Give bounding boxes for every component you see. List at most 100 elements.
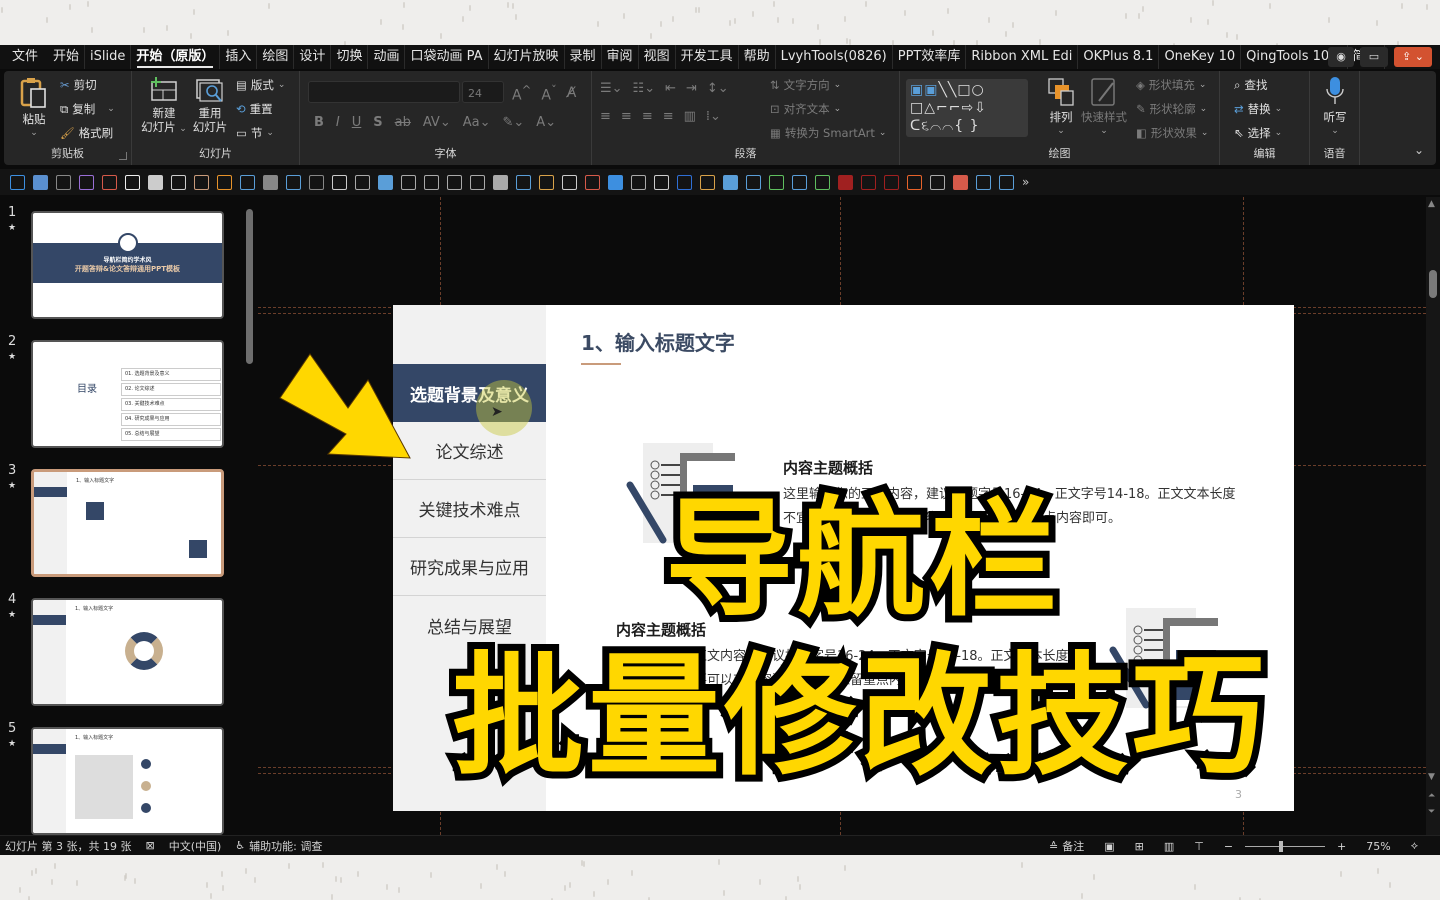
copy-button[interactable]: ⧉ 复制 ⌄ <box>60 101 115 117</box>
nav-item-results[interactable]: 研究成果与应用 <box>393 538 546 596</box>
eyedropper-icon[interactable] <box>401 174 416 190</box>
tab-4[interactable]: 插入 <box>220 45 258 69</box>
compress-icon[interactable] <box>654 174 669 190</box>
clipboard-launcher[interactable] <box>119 152 127 160</box>
h-icon[interactable] <box>746 174 761 190</box>
red-tool-icon[interactable] <box>861 174 876 190</box>
spacing-icon[interactable]: AV⌄ <box>423 115 451 130</box>
increase-indent-icon[interactable]: ⇥ <box>686 81 697 96</box>
slide-thumbnail-4[interactable]: 1、输入标题文字 <box>31 598 224 706</box>
share-button[interactable]: ⇪ ⌄ <box>1394 47 1432 67</box>
align-right-icon[interactable]: ≡ <box>642 109 653 124</box>
thumbnails-scrollbar[interactable] <box>244 197 256 835</box>
zoom-slider[interactable] <box>1235 836 1335 856</box>
slide-thumbnail-2[interactable]: 目录 01. 选题背景及意义 02. 论文综述 03. 关键技术难点 04. 研究成果… <box>31 340 224 448</box>
spellcheck-icon[interactable]: ⊠ <box>145 839 154 852</box>
crop-icon[interactable] <box>631 174 646 190</box>
tab-8[interactable]: 动画 <box>368 45 406 69</box>
merge-shapes-icon[interactable] <box>240 174 255 190</box>
slide-thumbnail-5[interactable]: 1、输入标题文字 <box>31 727 224 835</box>
tab-14[interactable]: 开发工具 <box>676 45 739 69</box>
tab-15[interactable]: 帮助 <box>739 45 776 69</box>
quick-styles-button[interactable]: 快速样式 ⌄ <box>1078 77 1130 138</box>
justify-icon[interactable]: ≡ <box>663 109 674 124</box>
shape-effects-button[interactable]: ◧ 形状效果 ⌄ <box>1136 125 1208 141</box>
tab-10[interactable]: 幻灯片放映 <box>489 45 565 69</box>
layout-button[interactable]: ▤ 版式 ⌄ <box>236 77 285 93</box>
scroll-up-icon[interactable]: ▲ <box>1428 199 1435 209</box>
zoom-out-icon[interactable]: − <box>1224 840 1233 853</box>
shape-outline-button[interactable]: ✎ 形状轮廓 ⌄ <box>1136 101 1207 117</box>
align-left-icon[interactable]: ≡ <box>600 109 611 124</box>
tab-12[interactable]: 审阅 <box>602 45 639 69</box>
circle-icon[interactable] <box>700 174 715 190</box>
zoom-in-icon[interactable]: + <box>1337 840 1346 853</box>
eraser-icon[interactable] <box>677 174 692 190</box>
language-indicator[interactable]: 中文(中国) <box>169 838 222 854</box>
shrink-font-icon[interactable]: Aˇ <box>541 83 556 104</box>
eyedropper-icon[interactable] <box>447 174 462 190</box>
dictate-button[interactable]: 听写 ⌄ <box>1316 75 1354 138</box>
slide-thumbnail-1[interactable]: 导航栏简约学术风 开题答辩&论文答辩通用PPT模板 <box>31 211 224 319</box>
select-pane-icon[interactable] <box>217 174 232 190</box>
scroll-thumb[interactable] <box>246 209 253 364</box>
collapse-ribbon-icon[interactable]: ⌄ <box>1414 143 1424 157</box>
scroll-down-icon[interactable]: ▼ <box>1428 772 1435 782</box>
previous-slide-icon[interactable]: ⏶ <box>1428 791 1435 801</box>
red-tool-icon[interactable] <box>884 174 899 190</box>
tab-3[interactable]: 开始（原版） <box>131 45 221 69</box>
numbering-icon[interactable]: ☷⌄ <box>633 81 656 96</box>
text-effect-icon[interactable] <box>470 174 485 190</box>
delete-icon[interactable] <box>56 174 71 190</box>
tab-1[interactable]: 开始 <box>48 45 86 69</box>
edit-points-icon[interactable] <box>286 174 301 190</box>
align-center-icon[interactable]: ≡ <box>621 109 632 124</box>
font-color-icon[interactable]: A⌄ <box>536 115 556 130</box>
panel-icon[interactable] <box>999 174 1014 190</box>
text-fill-icon[interactable] <box>355 174 370 190</box>
notes-button[interactable]: ≙ 备注 <box>1049 838 1084 854</box>
arrange-button[interactable]: 排列 ⌄ <box>1044 77 1078 138</box>
screenshot-icon[interactable] <box>102 174 117 190</box>
more-icon[interactable]: » <box>1022 175 1029 189</box>
picture-frame-icon[interactable] <box>608 174 623 190</box>
t-icon[interactable] <box>976 174 991 190</box>
text-icon[interactable] <box>815 174 830 190</box>
find-button[interactable]: ⌕ 查找 <box>1234 77 1267 93</box>
editor-vertical-scrollbar[interactable]: ▲ ▼ ⏶ ⏷ <box>1426 197 1440 835</box>
text-direction-button[interactable]: ⇅ 文字方向 ⌄ <box>770 77 841 93</box>
bold-icon[interactable]: B <box>314 115 324 130</box>
fit-icon[interactable] <box>562 174 577 190</box>
shapes-gallery[interactable]: ▣▣╲╲□○ □△⌐⌐⇨⇩ ᑕ૬⌒⌒{ } <box>906 79 1028 137</box>
tab-5[interactable]: 绘图 <box>257 45 295 69</box>
reuse-slides-button[interactable]: 重用 幻灯片 <box>188 77 232 134</box>
tab-0[interactable]: 文件 <box>0 45 48 69</box>
zoom-slider-knob[interactable] <box>1279 841 1284 852</box>
tab-9[interactable]: 口袋动画 PA <box>405 45 489 69</box>
text-size-icon[interactable] <box>493 174 508 190</box>
selection-icon[interactable] <box>723 174 738 190</box>
reset-button[interactable]: ⟲ 重置 <box>236 101 273 117</box>
record-button[interactable]: ◉ <box>1328 47 1354 67</box>
strikethrough-icon[interactable]: ab <box>395 115 411 130</box>
tab-13[interactable]: 视图 <box>639 45 676 69</box>
comments-button[interactable]: ▭ <box>1360 47 1388 67</box>
section-button[interactable]: ▭ 节 ⌄ <box>236 125 274 141</box>
slide-title[interactable]: 1、输入标题文字 <box>581 327 735 356</box>
font-color-icon[interactable] <box>424 174 439 190</box>
link-icon[interactable] <box>953 174 968 190</box>
font-name-select[interactable] <box>308 81 460 103</box>
color-icon[interactable] <box>125 174 140 190</box>
content-heading[interactable]: 内容主题概括 <box>783 457 873 478</box>
shape-icon[interactable] <box>263 174 278 190</box>
outline-icon[interactable] <box>378 174 393 190</box>
crop-icon[interactable] <box>148 174 163 190</box>
slide-thumbnail-3[interactable]: 1、输入标题文字 <box>31 469 224 577</box>
bar-icon[interactable] <box>838 174 853 190</box>
b-icon[interactable] <box>769 174 784 190</box>
font-size-select[interactable]: 24 <box>462 81 504 103</box>
grow-font-icon[interactable]: A^ <box>512 83 531 104</box>
next-slide-icon[interactable]: ⏷ <box>1428 807 1435 817</box>
nav-item-review[interactable]: 论文综述 <box>393 422 546 480</box>
tab-20[interactable]: OneKey 10 <box>1159 45 1242 69</box>
